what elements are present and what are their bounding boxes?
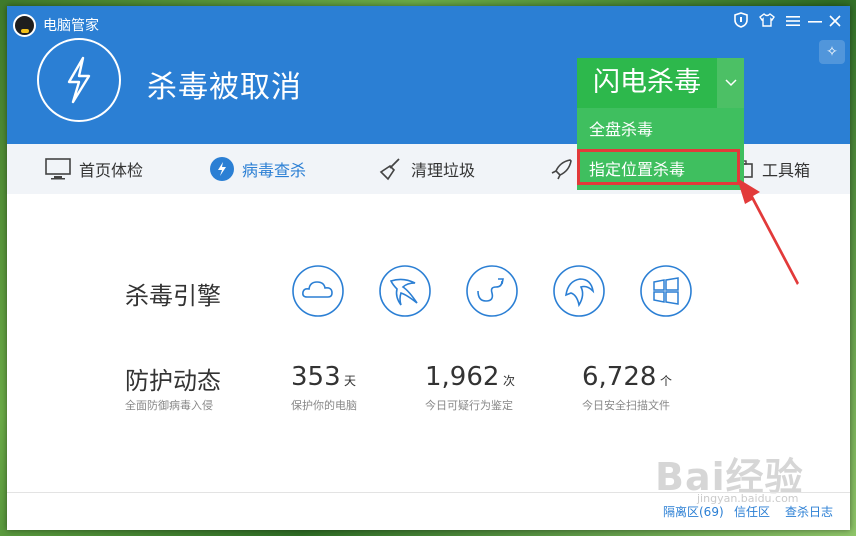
nav-label: 清理垃圾 [411,161,476,180]
rocket-icon [551,159,572,180]
app-window: 电脑管家 ✧ 杀毒被取消 闪电杀毒 首页体检 病毒查杀 清理垃圾 工具箱 全盘杀… [7,6,850,530]
sparkle-icon[interactable]: ✧ [819,40,845,64]
engine-label: 杀毒引擎 [125,282,221,310]
stat-behavior-label: 今日可疑行为鉴定 [425,399,513,412]
chevron-down-icon[interactable] [717,58,744,108]
bolt-icon [210,157,234,181]
stat-behavior-value: 1,962 [425,362,500,392]
menu-item-custom-location-scan[interactable]: 指定位置杀毒 [577,150,744,190]
minimize-icon[interactable] [805,12,825,32]
scan-dropdown-menu: 全盘杀毒 指定位置杀毒 [577,108,744,190]
protection-sublabel: 全面防御病毒入侵 [125,399,213,412]
stat-files-unit: 个 [660,374,673,388]
cloud-engine-icon[interactable] [292,265,344,317]
menu-item-full-scan[interactable]: 全盘杀毒 [577,110,744,150]
stat-files-value: 6,728 [582,362,657,392]
stat-behavior-unit: 次 [503,374,516,388]
windows-engine-icon[interactable] [640,265,692,317]
footer-divider [7,492,850,493]
shield-engine-icon[interactable] [553,265,605,317]
nav-clean-junk[interactable]: 清理垃圾 [379,144,475,194]
monitor-icon [45,158,71,180]
stat-days-value: 353 [291,362,341,392]
nav-label: 工具箱 [762,161,811,180]
stat-files-label: 今日安全扫描文件 [582,399,670,412]
protection-label: 防护动态 [125,367,221,395]
skin-shirt-icon[interactable] [757,12,777,32]
trust-zone-link[interactable]: 信任区 [734,503,770,520]
shield-icon[interactable] [731,12,751,32]
broom-icon [379,158,400,181]
close-icon[interactable] [825,12,845,32]
nav-label: 病毒查杀 [242,161,307,180]
bolt-status-icon [37,38,121,122]
stat-days-unit: 天 [344,374,357,388]
qq-penguin-logo-icon [13,14,36,37]
nav-virus-scan[interactable]: 病毒查杀 [210,144,306,194]
scan-log-link[interactable]: 查杀日志 [785,503,833,520]
swirl-engine-icon[interactable] [466,265,518,317]
nav-label: 首页体检 [79,161,144,180]
nav-home-checkup[interactable]: 首页体检 [45,144,143,194]
quarantine-link[interactable]: 隔离区(69) [663,503,724,520]
scan-status-text: 杀毒被取消 [147,70,302,105]
eagle-engine-icon[interactable] [379,265,431,317]
menu-icon[interactable] [783,12,803,32]
flash-scan-button[interactable]: 闪电杀毒 [577,58,717,108]
stat-days-label: 保护你的电脑 [291,399,357,412]
app-title: 电脑管家 [43,18,99,34]
